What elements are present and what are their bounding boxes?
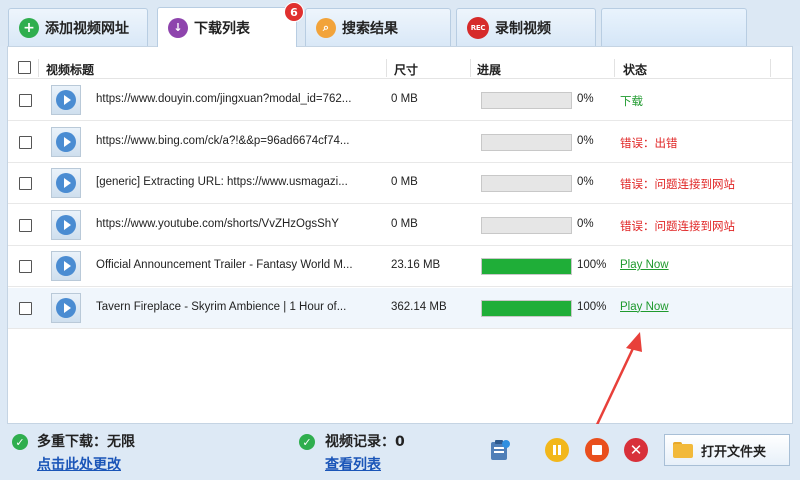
search-icon: ⌕ [316,17,336,38]
table-row[interactable]: https://www.youtube.com/shorts/VvZHzOgsS… [8,205,792,246]
tab-empty [601,8,747,46]
video-title: Tavern Fireplace - Skyrim Ambience | 1 H… [96,300,347,313]
status-text: 错误：出错 [620,137,678,150]
table-row[interactable]: https://www.douyin.com/jingxuan?modal_id… [8,80,792,121]
tab-strip: + 添加视频网址 ↓ 下载列表 6 ⌕ 搜索结果 REC 录制视频 [0,0,800,47]
video-title: [generic] Extracting URL: https://www.us… [96,176,348,188]
tab-record-video[interactable]: REC 录制视频 [456,8,596,46]
progress-percent: 0% [577,217,594,230]
view-list-link[interactable]: 查看列表 [325,454,381,474]
video-title: https://www.bing.com/ck/a?!&&p=96ad6674c… [96,134,350,147]
progress-percent: 0% [577,176,594,188]
close-icon: ✕ [629,441,643,459]
progress-fill [482,259,571,274]
rec-icon: REC [467,16,489,39]
table-row[interactable]: Official Announcement Trailer - Fantasy … [8,246,792,287]
column-size[interactable]: 尺寸 [394,61,418,78]
video-size: 0 MB [391,217,418,230]
video-thumbnail-icon [51,85,81,115]
column-divider [386,59,387,77]
video-thumbnail-icon [51,126,81,157]
multi-download-label: 多重下载：无限 [37,434,135,450]
video-thumbnail-icon [51,168,81,198]
row-checkbox[interactable] [19,94,32,107]
progress-bar [481,92,572,109]
select-all-checkbox[interactable] [18,61,31,74]
delete-button[interactable]: ✕ [624,438,648,462]
progress-bar [481,299,572,317]
progress-bar [481,175,572,192]
table-row[interactable]: Tavern Fireplace - Skyrim Ambience | 1 H… [8,287,792,329]
video-title: https://www.youtube.com/shorts/VvZHzOgsS… [96,217,339,230]
check-icon: ✓ [299,434,315,450]
check-icon: ✓ [12,434,28,450]
tab-label: 添加视频网址 [45,20,129,37]
column-divider [614,59,615,77]
clipboard-icon[interactable] [489,438,511,462]
folder-icon [673,442,693,458]
progress-bar [481,216,572,234]
play-now-link[interactable]: Play Now [620,259,669,271]
row-checkbox[interactable] [19,301,32,315]
tab-label: 录制视频 [495,20,551,37]
video-title: https://www.douyin.com/jingxuan?modal_id… [96,93,352,105]
stop-button[interactable] [585,438,609,462]
row-checkbox[interactable] [19,177,32,190]
open-folder-button[interactable]: 打开文件夹 [664,434,790,466]
download-icon: ↓ [168,17,188,38]
status-text: 下载 [620,96,643,108]
progress-percent: 100% [577,259,607,271]
video-title: Official Announcement Trailer - Fantasy … [96,259,353,271]
video-record-label: 视频记录：0 [325,434,405,450]
download-count-badge: 6 [284,2,304,22]
column-title[interactable]: 视频标题 [46,61,94,78]
tab-label: 搜索结果 [342,20,398,37]
table-row[interactable]: [generic] Extracting URL: https://www.us… [8,163,792,204]
tab-search-results[interactable]: ⌕ 搜索结果 [305,8,451,46]
tab-add-video-url[interactable]: + 添加视频网址 [8,8,148,46]
video-size: 23.16 MB [391,259,441,271]
video-size: 362.14 MB [391,300,447,313]
video-thumbnail-icon [51,292,81,323]
column-divider [470,59,471,77]
table-header: 视频标题 尺寸 进展 状态 [8,57,792,79]
column-divider [770,59,771,77]
status-text: 错误：问题连接到网站 [620,220,735,233]
column-status[interactable]: 状态 [623,61,647,78]
row-checkbox[interactable] [19,135,32,149]
table-row[interactable]: https://www.bing.com/ck/a?!&&p=96ad6674c… [8,122,792,163]
progress-percent: 0% [577,134,594,147]
open-folder-label: 打开文件夹 [701,444,767,460]
status-text: 错误：问题连接到网站 [620,179,735,191]
download-list-panel: 视频标题 尺寸 进展 状态 https://www.douyin.com/jin… [7,46,793,424]
progress-fill [482,300,571,316]
video-thumbnail-icon [51,251,81,281]
change-multi-download-link[interactable]: 点击此处更改 [37,454,121,474]
play-now-link[interactable]: Play Now [620,301,669,313]
video-size: 0 MB [391,176,418,188]
video-size: 0 MB [391,93,418,105]
tab-download-list[interactable]: ↓ 下载列表 [157,7,297,47]
column-progress[interactable]: 进展 [477,61,501,78]
progress-bar [481,258,572,275]
video-thumbnail-icon [51,209,81,240]
add-icon: + [19,17,39,38]
pause-button[interactable] [545,438,569,462]
progress-percent: 0% [577,93,594,105]
progress-bar [481,133,572,151]
footer-bar: ✓ 多重下载：无限 点击此处更改 ✓ 视频记录：0 查看列表 ✕ 打开文件夹 [0,424,800,480]
row-checkbox[interactable] [19,218,32,232]
stop-icon [592,445,602,455]
pause-icon [553,445,561,455]
progress-percent: 100% [577,300,607,313]
column-divider [38,59,39,77]
tab-label: 下载列表 [194,20,250,37]
row-checkbox[interactable] [19,260,32,273]
